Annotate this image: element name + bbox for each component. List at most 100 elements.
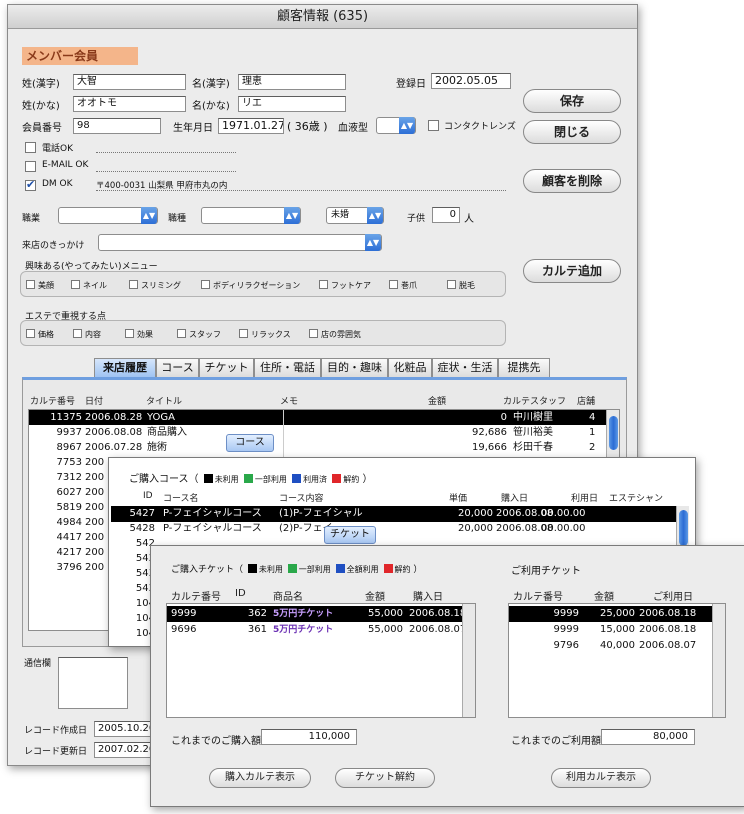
interest-checkbox[interactable] [447, 280, 456, 289]
marital-select[interactable]: 未婚 ▲▼ [326, 207, 384, 224]
priority-checkbox[interactable] [73, 329, 82, 338]
priority-checkbox[interactable] [26, 329, 35, 338]
cell-amount: 0 [500, 412, 507, 423]
interest-checkbox[interactable] [389, 280, 398, 289]
course-legend: ご購入コース（ 未利用 一部利用 利用済 解約 ） [129, 470, 372, 485]
sei-kana-label: 姓(かな) [22, 101, 60, 112]
priority-label: 内容 [85, 330, 101, 339]
mei-kana-field[interactable]: リエ [238, 96, 346, 112]
blood-select[interactable]: ▲▼ [376, 117, 416, 134]
tab-course[interactable]: コース [156, 358, 199, 377]
job-select[interactable]: ▲▼ [58, 207, 158, 224]
dm-ok-label: DM OK [42, 179, 73, 189]
cell-id: 104 [111, 641, 155, 644]
legend-close: ） [413, 565, 423, 575]
cell-staff: 笹川裕美 [513, 427, 553, 438]
dm-ok-checkbox[interactable] [25, 178, 36, 191]
save-button[interactable]: 保存 [523, 89, 621, 113]
cell-staff: 中川樹里 [513, 412, 553, 423]
col-header-memo: メモ [280, 397, 299, 407]
show-usage-chart-button[interactable]: 利用カルテ表示 [551, 768, 651, 788]
cell-chart-no: 6027 [56, 487, 82, 498]
legend-label: 未利用 [214, 475, 239, 484]
tab-address-phone[interactable]: 住所・電話 [254, 358, 321, 377]
cell-store: 2 [589, 442, 596, 453]
phone-ok-checkbox[interactable] [25, 142, 36, 153]
priority-checkbox[interactable] [239, 329, 248, 338]
ticket-col-date: 購入日 [413, 592, 443, 603]
cell-used-date: 00.00.00 [541, 523, 586, 534]
tab-symptoms[interactable]: 症状・生活 [432, 358, 498, 377]
cell-chart-no: 9999 [553, 608, 579, 619]
table-row[interactable]: 9696 361 5万円チケット 55,000 2006.08.07 [167, 622, 475, 638]
interest-checkbox[interactable] [129, 280, 138, 289]
tab-ticket[interactable]: チケット [199, 358, 254, 377]
close-button[interactable]: 閉じる [523, 120, 621, 144]
table-row[interactable]: 9999 362 5万円チケット 55,000 2006.08.18 [167, 606, 475, 622]
legend-swatch [332, 474, 342, 483]
cell-store: 1 [589, 427, 596, 438]
cell-chart-no: 7312 [56, 472, 82, 483]
notes-field[interactable] [58, 657, 128, 709]
ticket-popup-button[interactable]: チケット [324, 526, 376, 544]
trigger-select[interactable]: ▲▼ [98, 234, 382, 251]
tab-partners[interactable]: 提携先 [498, 358, 550, 377]
cancel-ticket-button[interactable]: チケット解約 [335, 768, 435, 788]
scroll-thumb[interactable] [679, 510, 688, 546]
interest-checkbox[interactable] [26, 280, 35, 289]
job-type-label: 職種 [168, 214, 187, 224]
contact-lens-checkbox[interactable] [428, 120, 439, 131]
ticket-col-name: 商品名 [273, 592, 303, 603]
priority-checkbox[interactable] [309, 329, 318, 338]
vertical-scrollbar[interactable] [712, 604, 725, 717]
interest-label: 美顔 [38, 281, 54, 290]
delete-customer-button[interactable]: 顧客を削除 [523, 169, 621, 193]
updated-label: レコード更新日 [24, 747, 88, 757]
mei-kanji-field[interactable]: 理恵 [238, 74, 346, 90]
table-row[interactable]: 9937 2006.08.08 商品購入 92,686 笹川裕美 1 [29, 425, 619, 440]
tab-purpose-hobby[interactable]: 目的・趣味 [321, 358, 388, 377]
member-badge: メンバー会員 [22, 47, 138, 65]
used-col-amount: 金額 [594, 592, 614, 603]
table-row[interactable]: 11375 2006.08.28 YOGA 0 中川樹里 4 [29, 410, 619, 425]
cell-chart-no: 11375 [50, 412, 82, 423]
member-no-field[interactable]: 98 [73, 118, 161, 134]
cell-amount: 40,000 [600, 640, 635, 651]
used-col-no: カルテ番号 [513, 592, 563, 603]
purchased-tickets-list[interactable]: 9999 362 5万円チケット 55,000 2006.08.18 9696 361 5万円… [166, 603, 476, 718]
table-row[interactable]: 9796 40,000 2006.08.07 [509, 638, 725, 654]
used-tickets-list[interactable]: 9999 25,000 2006.08.18 9999 15,000 2006.08.18… [508, 603, 726, 718]
priority-label: リラックス [251, 330, 291, 339]
email-ok-checkbox[interactable] [25, 161, 36, 172]
tab-cosmetics[interactable]: 化粧品 [388, 358, 432, 377]
table-row[interactable]: 9999 25,000 2006.08.18 [509, 606, 725, 622]
priority-checkbox[interactable] [177, 329, 186, 338]
notes-label: 通信欄 [24, 659, 52, 669]
interest-checkbox[interactable] [319, 280, 328, 289]
course-col-content: コース内容 [279, 494, 324, 504]
interest-checkbox[interactable] [71, 280, 80, 289]
ticket-col-amount: 金額 [365, 592, 385, 603]
sei-kanji-field[interactable]: 大智 [73, 74, 186, 90]
tab-visit-history[interactable]: 来店履歴 [94, 358, 156, 377]
table-row[interactable]: 9999 15,000 2006.08.18 [509, 622, 725, 638]
table-row[interactable]: 8967 2006.07.28 施術 19,666 杉田千春 2 [29, 440, 619, 455]
interest-label: ネイル [83, 281, 107, 290]
add-chart-button[interactable]: カルテ追加 [523, 259, 621, 283]
priority-checkbox[interactable] [125, 329, 134, 338]
cell-course-name: P-フェイシャルコース [163, 508, 262, 519]
vertical-scrollbar[interactable] [462, 604, 475, 717]
legend-label: 一部利用 [254, 475, 287, 484]
children-field[interactable]: 0 [432, 207, 460, 223]
job-type-select[interactable]: ▲▼ [201, 207, 301, 224]
interest-checkbox[interactable] [201, 280, 210, 289]
priorities-group: 価格 内容 効果 スタッフ リラックス 店の雰囲気 [20, 320, 506, 346]
show-purchase-chart-button[interactable]: 購入カルテ表示 [209, 768, 311, 788]
scroll-thumb[interactable] [609, 416, 618, 450]
registered-field[interactable]: 2002.05.05 [431, 73, 511, 89]
table-row[interactable]: 5428 P-フェイシャルコース (2)P-フェイ 20,000 2006.08.08 0… [111, 521, 689, 537]
table-row[interactable]: 5427 P-フェイシャルコース (1)P-フェイシャル 20,000 2006.08.… [111, 506, 689, 522]
birthday-field[interactable]: 1971.01.27 [218, 118, 284, 134]
course-popup-button[interactable]: コース [226, 434, 274, 452]
sei-kana-field[interactable]: オオトモ [73, 96, 186, 112]
